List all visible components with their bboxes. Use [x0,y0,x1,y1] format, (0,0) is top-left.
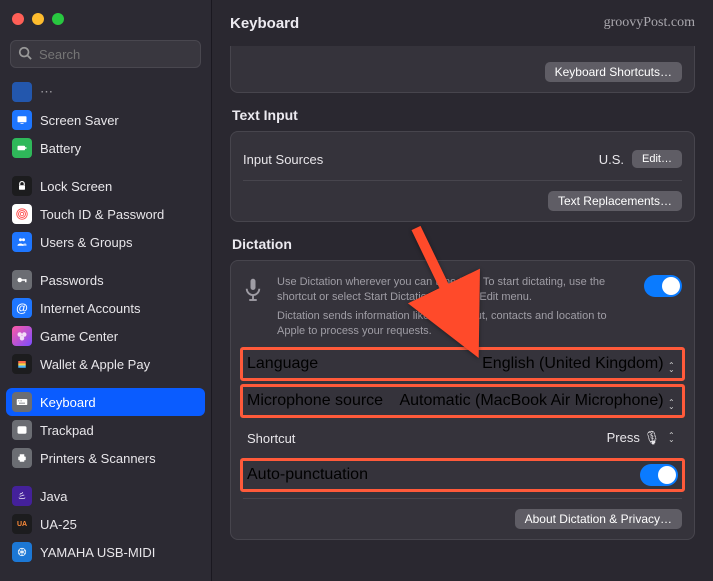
keyboard-shortcuts-button[interactable]: Keyboard Shortcuts… [545,62,682,82]
sidebar-item-users-groups[interactable]: Users & Groups [6,228,205,256]
fullscreen-icon[interactable] [52,13,64,25]
dictation-description-row: Use Dictation wherever you can type text… [243,271,682,344]
yamaha-icon [12,542,32,562]
sidebar-item-label: YAMAHA USB-MIDI [40,545,155,560]
sidebar-item-printers[interactable]: Printers & Scanners [6,444,205,472]
sidebar-item-screen-saver[interactable]: Screen Saver [6,106,205,134]
sidebar-item-lock-screen[interactable]: Lock Screen [6,172,205,200]
close-icon[interactable] [12,13,24,25]
screensaver-icon [12,110,32,130]
sidebar-item-label: Battery [40,141,81,156]
generic-icon [12,82,32,102]
users-icon [12,232,32,252]
chevron-updown-icon: ⌃⌄ [668,434,678,442]
sidebar-item-label: Internet Accounts [40,301,140,316]
page-title: Keyboard [230,15,299,32]
sidebar: ⋯ Screen Saver Battery Lock Screen Touch… [0,0,212,581]
sidebar-item-yamaha[interactable]: YAMAHA USB-MIDI [6,538,205,566]
sidebar-nav: ⋯ Screen Saver Battery Lock Screen Touch… [0,78,211,581]
sidebar-item-passwords[interactable]: Passwords [6,266,205,294]
mic-source-label: Microphone source [247,392,383,410]
lock-icon [12,176,32,196]
battery-icon [12,138,32,158]
row-microphone-source[interactable]: Microphone source Automatic (MacBook Air… [240,384,685,418]
edit-button[interactable]: Edit… [632,150,682,168]
titlebar [0,0,211,38]
sidebar-item-label: Keyboard [40,395,96,410]
sidebar-item-label: Touch ID & Password [40,207,164,222]
touchid-icon [12,204,32,224]
wallet-icon [12,354,32,374]
row-shortcut[interactable]: Shortcut Press 🎙︎ ⌃⌄ [243,421,682,455]
sidebar-item-wallet[interactable]: Wallet & Apple Pay [6,350,205,378]
search-field [10,40,201,68]
shortcut-value: Press 🎙︎ [607,430,660,446]
sidebar-item-java[interactable]: Java [6,482,205,510]
dictation-desc1: Use Dictation wherever you can type text… [277,275,634,305]
dictation-desc2: Dictation sends information like voice i… [277,309,634,339]
autopunct-label: Auto-punctuation [247,466,368,484]
input-sources-value: U.S. [599,152,624,167]
sidebar-item-internet-accounts[interactable]: @ Internet Accounts [6,294,205,322]
chevron-updown-icon: ⌃⌄ [668,401,678,409]
watermark: groovyPost.com [604,15,695,31]
about-dictation-button[interactable]: About Dictation & Privacy… [515,509,682,529]
settings-window: ⋯ Screen Saver Battery Lock Screen Touch… [0,0,713,581]
sidebar-item-label: Game Center [40,329,118,344]
text-replacements-button[interactable]: Text Replacements… [548,191,682,211]
microphone-icon [243,277,267,308]
minimize-icon[interactable] [32,13,44,25]
sidebar-item-keyboard[interactable]: Keyboard [6,388,205,416]
search-icon [18,46,32,65]
keyboard-card: Keyboard Shortcuts… [230,46,695,93]
section-title-dictation: Dictation [232,236,693,252]
search-input[interactable] [10,40,201,68]
window-controls [12,13,64,25]
keyboard-icon [12,392,32,412]
input-sources-label: Input Sources [243,152,323,167]
row-auto-punctuation: Auto-punctuation [240,458,685,492]
key-icon [12,270,32,290]
language-value: English (United Kingdom) [482,355,663,372]
sidebar-item-battery[interactable]: Battery [6,134,205,162]
sidebar-item-label: Lock Screen [40,179,112,194]
settings-scroll[interactable]: Keyboard Shortcuts… Text Input Input Sou… [212,46,713,581]
sidebar-item-label: Users & Groups [40,235,132,250]
sidebar-item-label: Wallet & Apple Pay [40,357,150,372]
content-pane: Keyboard groovyPost.com Keyboard Shortcu… [212,0,713,581]
sidebar-item-label: Java [40,489,67,504]
sidebar-item-touch-id[interactable]: Touch ID & Password [6,200,205,228]
row-language[interactable]: Language English (United Kingdom) ⌃⌄ [240,347,685,381]
mic-source-value: Automatic (MacBook Air Microphone) [399,392,663,409]
section-title-text-input: Text Input [232,107,693,123]
gamecenter-icon [12,326,32,346]
dictation-card: Use Dictation wherever you can type text… [230,260,695,540]
printer-icon [12,448,32,468]
sidebar-item-label: UA-25 [40,517,77,532]
sidebar-item-label: Screen Saver [40,113,119,128]
sidebar-item-truncated[interactable]: ⋯ [6,78,205,106]
dictation-toggle[interactable] [644,275,682,297]
at-icon: @ [12,298,32,318]
sidebar-item-label: Passwords [40,273,104,288]
sidebar-item-trackpad[interactable]: Trackpad [6,416,205,444]
chevron-updown-icon: ⌃⌄ [668,364,678,372]
header: Keyboard groovyPost.com [212,0,713,46]
sidebar-item-label: Trackpad [40,423,94,438]
trackpad-icon [12,420,32,440]
language-label: Language [247,355,318,373]
sidebar-item-label: Printers & Scanners [40,451,156,466]
java-icon [12,486,32,506]
ua25-icon: UA [12,514,32,534]
text-input-card: Input Sources U.S. Edit… Text Replacemen… [230,131,695,222]
autopunct-toggle[interactable] [640,464,678,486]
row-input-sources: Input Sources U.S. Edit… [243,142,682,176]
sidebar-item-game-center[interactable]: Game Center [6,322,205,350]
sidebar-item-ua25[interactable]: UA UA-25 [6,510,205,538]
shortcut-label: Shortcut [247,431,295,446]
